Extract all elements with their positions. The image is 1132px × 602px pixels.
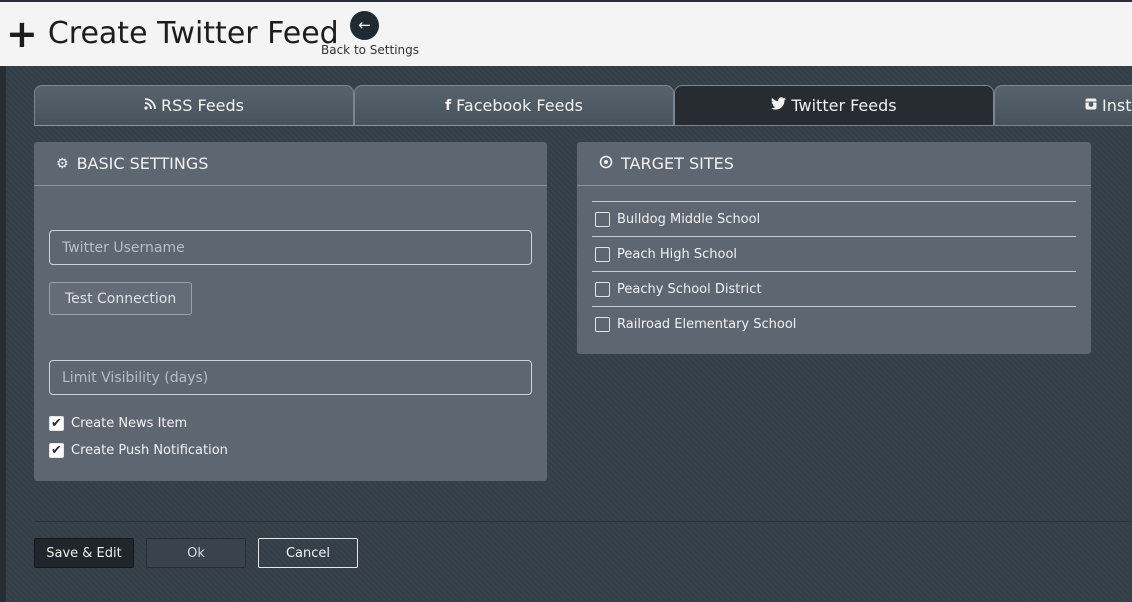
site-option-peach-high-school[interactable]: Peach High School <box>592 236 1076 271</box>
site-label: Peach High School <box>617 246 738 262</box>
site-label: Railroad Elementary School <box>617 316 797 332</box>
create-push-notification-option[interactable]: ✔ Create Push Notification <box>49 443 228 458</box>
option-label: Create News Item <box>71 416 188 431</box>
tab-rss-feeds[interactable]: RSS Feeds <box>34 85 354 126</box>
target-sites-list: Bulldog Middle School Peach High School … <box>592 201 1076 341</box>
site-option-railroad-elementary-school[interactable]: Railroad Elementary School <box>592 306 1076 341</box>
page-header: + Create Twitter Feed ← Back to Settings <box>0 0 1132 66</box>
checkbox-unchecked[interactable] <box>595 281 610 297</box>
plus-icon: + <box>6 11 38 56</box>
feed-tabs: RSS Feeds f Facebook Feeds Twitter Feeds… <box>34 85 1132 126</box>
target-icon <box>599 155 613 173</box>
tab-facebook-feeds[interactable]: f Facebook Feeds <box>354 85 674 126</box>
facebook-icon: f <box>445 97 452 114</box>
tab-twitter-feeds[interactable]: Twitter Feeds <box>674 85 994 126</box>
main-content: RSS Feeds f Facebook Feeds Twitter Feeds… <box>6 66 1132 602</box>
create-news-item-option[interactable]: ✔ Create News Item <box>49 416 187 431</box>
site-label: Bulldog Middle School <box>617 211 761 227</box>
target-sites-title: TARGET SITES <box>621 154 734 173</box>
site-option-peachy-school-district[interactable]: Peachy School District <box>592 271 1076 306</box>
checkbox-unchecked[interactable] <box>595 211 610 227</box>
tab-instagram-feeds[interactable]: Insta <box>994 85 1132 126</box>
twitter-username-input[interactable] <box>49 230 532 265</box>
tabs-divider <box>34 125 674 126</box>
option-label: Create Push Notification <box>71 443 228 458</box>
basic-settings-panel: ⚙ BASIC SETTINGS Test Connection ✔ Creat… <box>34 142 547 481</box>
basic-settings-header: ⚙ BASIC SETTINGS <box>34 142 547 186</box>
site-option-bulldog-middle-school[interactable]: Bulldog Middle School <box>592 201 1076 236</box>
checkbox-unchecked[interactable] <box>595 246 610 262</box>
tab-label: Facebook Feeds <box>456 96 583 115</box>
ok-button[interactable]: Ok <box>146 538 246 568</box>
basic-settings-title: BASIC SETTINGS <box>76 154 209 173</box>
tab-label: Twitter Feeds <box>791 96 897 115</box>
test-connection-button[interactable]: Test Connection <box>49 282 193 315</box>
site-label: Peachy School District <box>617 281 762 297</box>
back-to-settings-label[interactable]: Back to Settings <box>321 43 419 57</box>
tab-label: Insta <box>1102 96 1132 115</box>
back-to-settings-button[interactable]: ← Back to Settings <box>321 11 419 61</box>
checkbox-checked[interactable]: ✔ <box>49 416 64 431</box>
cancel-button[interactable]: Cancel <box>258 538 358 568</box>
tab-label: RSS Feeds <box>160 96 245 115</box>
page-title: + Create Twitter Feed <box>6 11 339 56</box>
target-sites-panel: TARGET SITES Bulldog Middle School Peach… <box>577 142 1091 354</box>
gear-icon: ⚙ <box>56 155 69 172</box>
save-and-edit-button[interactable]: Save & Edit <box>34 538 134 568</box>
arrow-left-icon[interactable]: ← <box>350 11 379 40</box>
twitter-icon <box>771 97 787 114</box>
checkbox-checked[interactable]: ✔ <box>49 443 64 458</box>
instagram-icon <box>1085 98 1097 114</box>
target-sites-header: TARGET SITES <box>577 142 1091 186</box>
rss-icon <box>144 97 156 114</box>
checkbox-unchecked[interactable] <box>595 316 610 332</box>
footer-divider <box>34 521 1132 522</box>
page-title-text: Create Twitter Feed <box>47 16 339 51</box>
limit-visibility-input[interactable] <box>49 360 532 395</box>
